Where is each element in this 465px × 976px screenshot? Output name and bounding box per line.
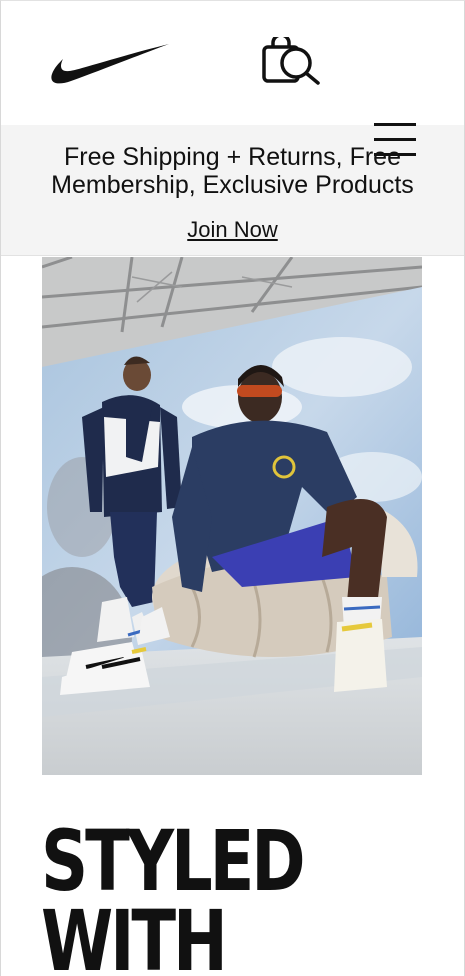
hamburger-menu-icon[interactable] [374,121,416,161]
top-navigation-bar [1,1,464,125]
join-now-link[interactable]: Join Now [1,217,464,243]
menu-line [374,153,416,156]
nike-swoosh-icon[interactable] [49,41,171,87]
menu-line [374,138,416,141]
menu-line [374,123,416,126]
hero-headline: STYLED WITH [41,819,306,976]
headline-line-2: WITH [41,892,228,976]
shopping-bag-search-icon[interactable] [261,37,323,85]
page: Free Shipping + Returns, Free Membership… [0,0,465,976]
hero-photo[interactable] [42,257,422,775]
hero-photo-illustration [42,257,422,775]
